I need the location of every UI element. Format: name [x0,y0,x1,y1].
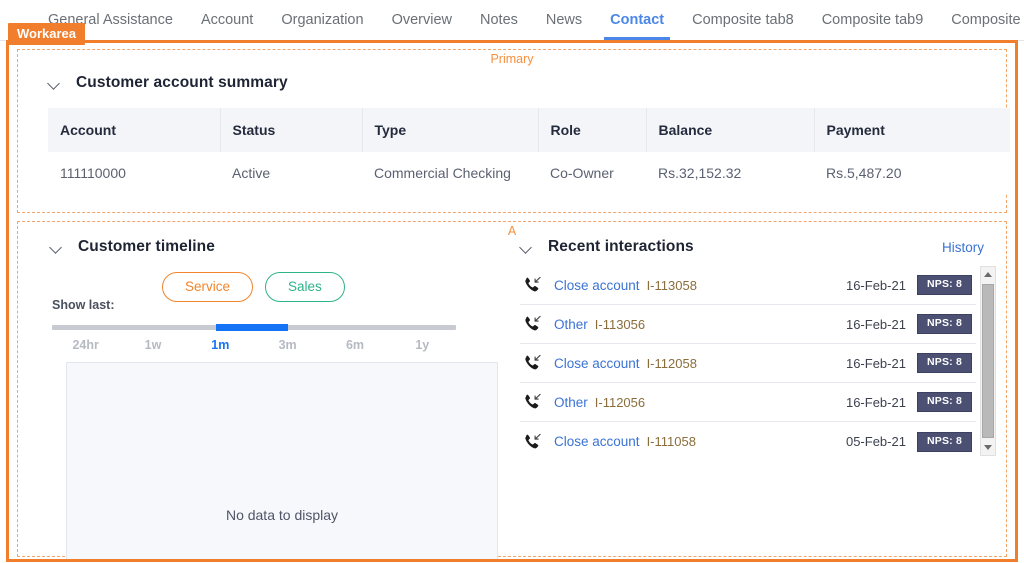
customer-timeline-title: Customer timeline [78,238,215,255]
interaction-row[interactable]: Close account I-112058 16-Feb-21 NPS: 8 [520,344,976,383]
table-header-row: Account Status Type Role Balance Payment [48,108,1010,152]
interaction-subject[interactable]: Close account [554,434,640,449]
range-tick-1w[interactable]: 1w [119,338,186,352]
range-tick-1m[interactable]: 1m [187,338,254,352]
tab-composite-tab10[interactable]: Composite tab10 [937,0,1024,40]
tab-account[interactable]: Account [187,0,267,40]
toggle-service[interactable]: Service [162,272,254,302]
table-row[interactable]: 111110000 Active Commercial Checking Co-… [48,152,1010,194]
customer-timeline-panel: Customer timeline Service Sales Show las… [18,222,502,559]
interaction-id: I-112058 [646,355,697,371]
timeline-type-toggle-group: Service Sales [162,272,502,302]
range-tick-3m[interactable]: 3m [254,338,321,352]
interaction-subject[interactable]: Other [554,317,588,332]
interaction-row[interactable]: Other I-113056 16-Feb-21 NPS: 8 [520,305,976,344]
customer-timeline-header[interactable]: Customer timeline [18,222,502,256]
nps-badge: NPS: 8 [916,353,972,373]
interaction-date: 16-Feb-21 [845,355,906,371]
tab-composite-tab8[interactable]: Composite tab8 [678,0,808,40]
interaction-id: I-113056 [594,316,646,332]
workarea-badge: Workarea [8,23,86,45]
scroll-up-arrow-icon[interactable] [981,267,995,282]
range-tick-1y[interactable]: 1y [389,338,456,352]
nps-badge: NPS: 8 [916,431,972,452]
cell-payment: Rs.5,487.20 [814,152,1010,194]
interaction-id: I-112056 [594,394,646,410]
scroll-down-arrow-icon[interactable] [981,440,995,455]
tab-contact[interactable]: Contact [596,0,678,40]
column-header-payment[interactable]: Payment [814,108,1010,152]
inbound-call-icon [522,314,544,334]
nps-badge: NPS: 8 [916,275,972,295]
history-link[interactable]: History [942,240,984,255]
interaction-date: 16-Feb-21 [845,394,906,410]
chevron-down-icon[interactable] [48,79,62,88]
inbound-call-icon [522,353,544,373]
customer-account-summary-header[interactable]: Customer account summary [18,50,1006,92]
cell-role: Co-Owner [538,152,646,194]
interaction-row[interactable]: Close account I-113058 16-Feb-21 NPS: 8 [520,266,976,305]
timeline-chart-area: No data to display [66,362,498,559]
cell-balance: Rs.32,152.32 [646,152,814,194]
cell-type: Commercial Checking [362,152,538,194]
column-header-account[interactable]: Account [48,108,221,152]
timeline-range-slider[interactable]: 24hr 1w 1m 3m 6m 1y [52,324,456,352]
tab-notes[interactable]: Notes [466,0,532,40]
interaction-row[interactable]: Close account I-111058 05-Feb-21 NPS: 8 [520,422,976,456]
tab-strip: General Assistance Account Organization Ove… [0,0,1024,41]
chevron-down-icon[interactable] [50,243,64,252]
column-header-type[interactable]: Type [362,108,539,152]
recent-interactions-list: Close account I-113058 16-Feb-21 NPS: 8 Othe… [520,266,976,456]
inbound-call-icon [522,275,544,295]
interaction-id: I-113058 [646,277,697,293]
workarea-panel: Primary Customer account summary Account… [6,40,1018,562]
interaction-id: I-111058 [646,434,696,449]
chevron-down-icon[interactable] [520,243,534,252]
recent-interactions-header[interactable]: Recent interactions [520,238,942,256]
column-header-balance[interactable]: Balance [646,108,815,152]
chart-empty-message: No data to display [225,507,339,523]
show-last-label: Show last: [52,298,115,312]
inbound-call-icon [522,392,544,412]
column-header-role[interactable]: Role [538,108,647,152]
inbound-call-icon [522,432,544,452]
nps-badge: NPS: 8 [916,392,972,412]
cell-account: 111110000 [48,152,220,194]
recent-interactions-panel: Recent interactions History Close accoun… [502,222,1006,556]
slider-track[interactable] [52,324,456,331]
range-tick-6m[interactable]: 6m [321,338,388,352]
nps-badge: NPS: 8 [916,314,972,334]
interaction-date: 16-Feb-21 [845,277,906,293]
interaction-subject[interactable]: Close account [554,356,640,371]
column-header-status[interactable]: Status [220,108,363,152]
interaction-date: 05-Feb-21 [845,434,906,449]
tab-organization[interactable]: Organization [267,0,377,40]
tab-news[interactable]: News [532,0,596,40]
toggle-sales[interactable]: Sales [265,272,345,302]
scrollbar-thumb[interactable] [982,284,994,438]
range-tick-24hr[interactable]: 24hr [52,338,119,352]
recent-interactions-scrollbar[interactable] [980,266,996,456]
tab-composite-tab9[interactable]: Composite tab9 [808,0,938,40]
account-summary-table: Account Status Type Role Balance Payment… [48,108,1010,194]
slider-active-segment[interactable] [215,324,289,331]
cell-status: Active [220,152,362,194]
interaction-subject[interactable]: Close account [554,278,640,293]
tab-overview[interactable]: Overview [378,0,466,40]
customer-account-summary-title: Customer account summary [76,74,288,91]
recent-interactions-title: Recent interactions [548,238,694,255]
region-primary: Primary Customer account summary Account… [17,49,1010,213]
interaction-subject[interactable]: Other [554,395,588,410]
slider-tick-labels: 24hr 1w 1m 3m 6m 1y [52,338,456,352]
interaction-date: 16-Feb-21 [845,316,906,332]
interaction-row[interactable]: Other I-112056 16-Feb-21 NPS: 8 [520,383,976,422]
region-a: A Customer timeline Service Sales Show l… [17,221,1007,559]
